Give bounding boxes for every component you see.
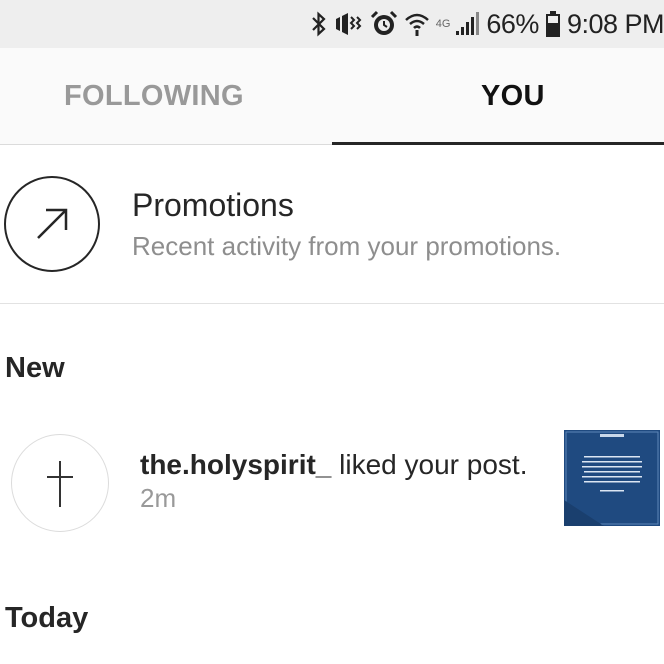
notification-text: the.holyspirit_ liked your post. (140, 449, 527, 481)
network-type-label: 4G (435, 18, 451, 30)
vibrate-icon (334, 10, 364, 38)
section-title-new: New (5, 352, 65, 384)
activity-tabs: FOLLOWING YOU (0, 48, 664, 145)
notification-time: 2m (140, 483, 177, 513)
section-title-today: Today (5, 602, 89, 634)
tab-following[interactable]: FOLLOWING (0, 48, 332, 144)
notification-action: liked your post. (331, 449, 528, 480)
notification-username[interactable]: the.holyspirit_ (140, 449, 331, 480)
tab-you[interactable]: YOU (332, 48, 664, 144)
bluetooth-icon (310, 10, 328, 38)
activity-screen: 4G 66% 9:08 PM FOLLOWING YOU Promotions … (0, 0, 664, 664)
promotions-row[interactable]: Promotions Recent activity from your pro… (0, 145, 664, 304)
battery-percent: 66% (486, 8, 539, 39)
notification-item[interactable]: the.holyspirit_ liked your post. 2m (0, 430, 664, 535)
status-icons: 4G 66% 9:08 PM (310, 6, 664, 42)
cross-icon (47, 461, 73, 507)
wifi-icon (404, 10, 430, 38)
clock: 9:08 PM (566, 8, 664, 39)
arrow-up-right-icon (4, 176, 100, 272)
alarm-icon (370, 10, 398, 38)
battery-icon (545, 10, 561, 38)
status-bar: 4G 66% 9:08 PM (0, 0, 664, 48)
promotions-title: Promotions (132, 187, 294, 223)
post-thumbnail[interactable] (564, 430, 660, 526)
promotions-subtitle: Recent activity from your promotions. (132, 231, 562, 261)
signal-icon (454, 10, 480, 38)
post-thumbnail-image (564, 430, 660, 526)
avatar[interactable] (11, 434, 109, 532)
